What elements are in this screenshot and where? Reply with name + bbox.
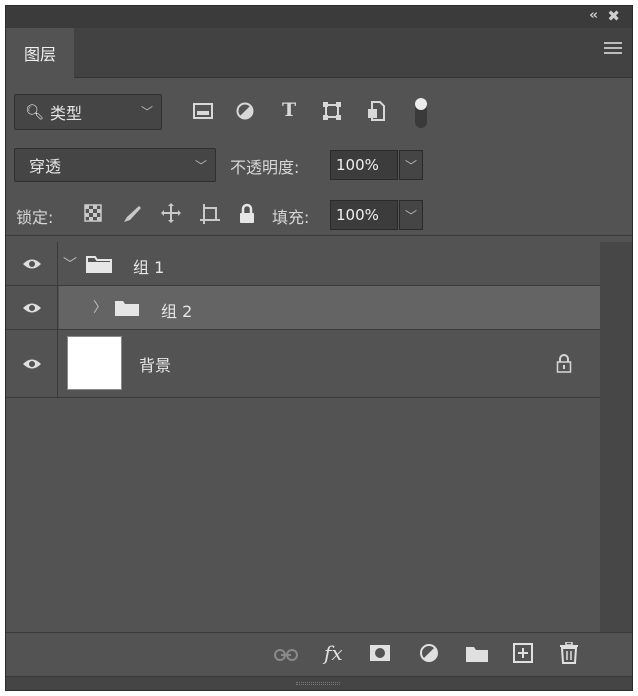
layer-row-background[interactable]: 背景 bbox=[6, 330, 600, 398]
filter-kind-label: 类型 bbox=[50, 104, 83, 123]
visibility-toggle[interactable] bbox=[6, 242, 58, 285]
layer-name: 组 1 bbox=[133, 258, 165, 277]
search-icon: 🔍︎ bbox=[25, 103, 45, 121]
fx-icon[interactable]: fx bbox=[324, 641, 343, 665]
fill-label: 填充: bbox=[272, 208, 310, 227]
panel-tab-row: 图层 bbox=[6, 28, 632, 78]
layers-panel: ‹‹ ✖ 图层 🔍︎ 类型 ﹀ T 穿透 ﹀ 不透明度: 100% ﹀ 锁定: … bbox=[5, 5, 633, 691]
smart-object-filter-icon[interactable] bbox=[367, 101, 385, 121]
layers-scrollbar[interactable] bbox=[600, 242, 632, 632]
fill-input[interactable]: 100% bbox=[330, 200, 398, 230]
link-layers-icon[interactable] bbox=[274, 649, 298, 661]
blend-mode-value: 穿透 bbox=[29, 157, 62, 176]
image-filter-icon[interactable] bbox=[193, 103, 213, 119]
chevron-down-icon: ﹀ bbox=[194, 159, 207, 173]
new-fill-adjustment-icon[interactable] bbox=[419, 643, 441, 665]
layer-row-group-1[interactable]: ﹀ 组 1 bbox=[6, 242, 600, 286]
new-layer-icon[interactable] bbox=[513, 643, 533, 663]
lock-position-icon[interactable] bbox=[160, 202, 182, 224]
delete-layer-icon[interactable] bbox=[559, 642, 579, 664]
new-group-icon[interactable] bbox=[465, 645, 489, 663]
lock-artboard-icon[interactable] bbox=[199, 203, 221, 225]
selection-highlight bbox=[59, 286, 600, 329]
layers-bottom-toolbar: fx bbox=[6, 632, 632, 676]
layer-thumbnail bbox=[67, 336, 122, 390]
opacity-input[interactable]: 100% bbox=[330, 150, 398, 180]
eye-icon bbox=[22, 259, 41, 268]
lock-label: 锁定: bbox=[16, 208, 54, 227]
folder-icon bbox=[86, 256, 112, 273]
blend-mode-select[interactable]: 穿透 ﹀ bbox=[14, 148, 216, 182]
visibility-toggle[interactable] bbox=[6, 286, 58, 329]
filter-row: 🔍︎ 类型 ﹀ bbox=[6, 86, 632, 136]
filter-kind-select[interactable]: 🔍︎ 类型 ﹀ bbox=[14, 94, 162, 130]
lock-transparent-pixels-icon[interactable] bbox=[84, 204, 102, 222]
lock-icon bbox=[556, 354, 572, 373]
chevron-down-icon: ﹀ bbox=[140, 105, 153, 119]
panel-menu-icon[interactable] bbox=[604, 42, 622, 56]
fill-dropdown-icon[interactable]: ﹀ bbox=[399, 200, 423, 230]
folder-icon bbox=[115, 301, 139, 316]
blend-row: 穿透 ﹀ 不透明度: 100% ﹀ bbox=[6, 146, 632, 186]
type-filter-icon[interactable]: T bbox=[282, 99, 296, 121]
layer-name: 组 2 bbox=[161, 302, 193, 321]
eye-icon bbox=[22, 303, 41, 312]
chevron-down-icon[interactable]: ﹀ bbox=[63, 254, 77, 274]
panel-title-bar: ‹‹ ✖ bbox=[6, 6, 632, 28]
tab-layers[interactable]: 图层 bbox=[6, 28, 74, 78]
collapse-panel-icon[interactable]: ‹‹ bbox=[589, 8, 598, 23]
opacity-label: 不透明度: bbox=[230, 158, 300, 177]
opacity-dropdown-icon[interactable]: ﹀ bbox=[399, 150, 423, 180]
add-mask-icon[interactable] bbox=[369, 644, 391, 662]
eye-icon bbox=[22, 359, 41, 368]
lock-image-pixels-icon[interactable] bbox=[121, 203, 143, 225]
resize-grip-icon[interactable] bbox=[296, 682, 340, 685]
adjustment-filter-icon[interactable] bbox=[236, 102, 254, 120]
layers-list: ﹀ 组 1 〉 组 2 背景 bbox=[6, 242, 600, 632]
visibility-toggle[interactable] bbox=[6, 330, 58, 397]
shape-filter-icon[interactable] bbox=[322, 101, 342, 121]
lock-all-icon[interactable] bbox=[238, 203, 256, 225]
chevron-right-icon[interactable]: 〉 bbox=[93, 297, 107, 317]
filter-toggle-icon[interactable] bbox=[413, 96, 429, 130]
layer-name: 背景 bbox=[139, 356, 172, 375]
layer-row-group-2[interactable]: 〉 组 2 bbox=[6, 286, 600, 330]
close-panel-icon[interactable]: ✖ bbox=[607, 7, 620, 25]
